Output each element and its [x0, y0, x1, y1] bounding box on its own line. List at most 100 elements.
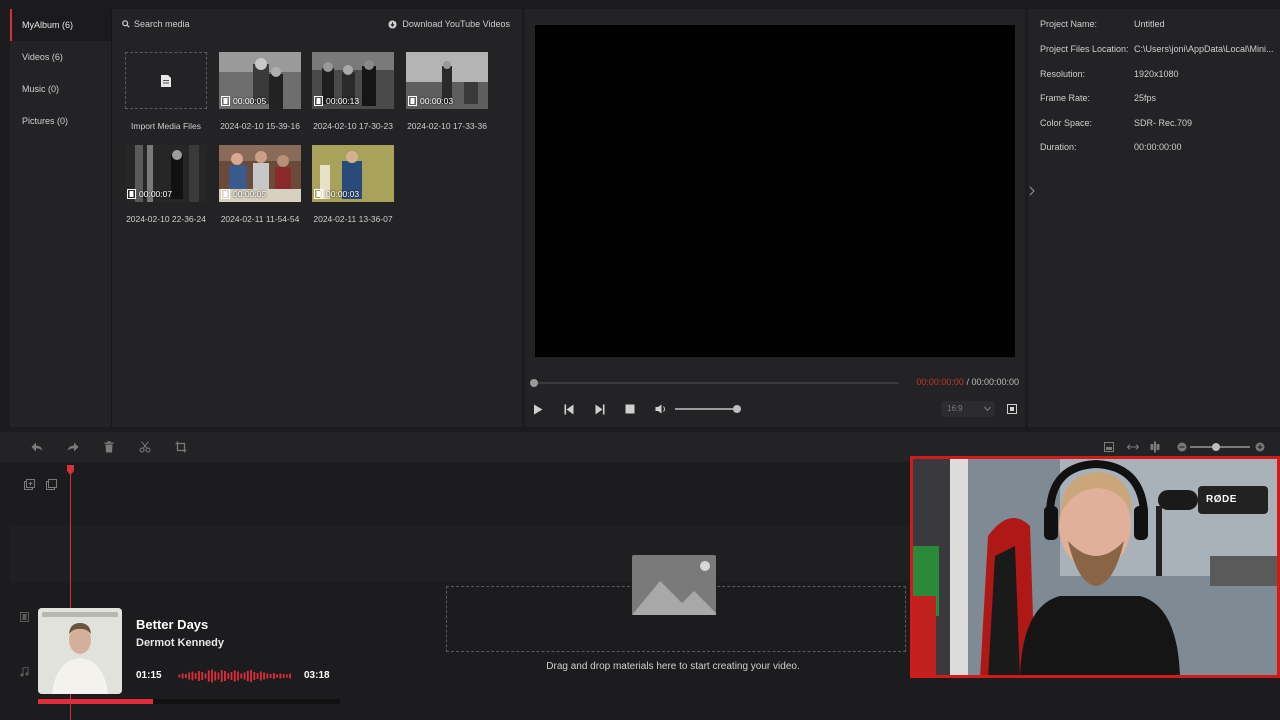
media-clip-tile[interactable]: 00:00:05 2024-02-11 11-54-54	[219, 145, 303, 224]
clip-duration: 00:00:07	[127, 189, 172, 199]
waveform-bar	[207, 670, 210, 682]
clip-name: 2024-02-11 11-54-54	[220, 214, 300, 224]
search-icon	[122, 20, 130, 28]
waveform-bar	[289, 673, 292, 679]
media-clip-tile[interactable]: 00:00:03 2024-02-10 17-33-36	[406, 52, 490, 131]
waveform-bar	[276, 674, 278, 678]
fullscreen-icon	[1007, 404, 1017, 414]
volume-slider-handle[interactable]	[733, 405, 741, 413]
waveform-bar	[237, 671, 239, 681]
media-clip-tile[interactable]: 00:00:07 2024-02-10 22-36-24	[125, 145, 209, 224]
clip-thumbnail[interactable]: 00:00:03	[312, 145, 394, 202]
play-icon	[534, 404, 543, 414]
crop-button[interactable]	[174, 440, 188, 454]
import-media-tile[interactable]: Import Media Files	[125, 52, 209, 131]
clip-duration: 00:00:05	[221, 189, 266, 199]
chevron-right-icon[interactable]	[1029, 184, 1035, 198]
sidebar-item-videos[interactable]: Videos (6)	[10, 41, 111, 73]
clip-duration-text: 00:00:03	[420, 96, 454, 106]
volume-button[interactable]	[654, 402, 668, 416]
waveform-icon	[178, 669, 292, 683]
aspect-ratio-select[interactable]: 16:9	[941, 401, 995, 417]
waveform-bar	[217, 672, 220, 680]
waveform-bar	[259, 671, 262, 681]
delete-button[interactable]	[102, 440, 116, 454]
song-title: Better Days	[136, 617, 209, 632]
redo-button[interactable]	[66, 440, 80, 454]
waveform-bar	[230, 672, 233, 680]
track-settings-button[interactable]	[1102, 440, 1116, 454]
time-readout: 00:00:00:00 / 00:00:00:00	[916, 377, 1019, 387]
song-progress-fill	[38, 699, 153, 704]
skip-back-icon	[564, 404, 574, 414]
info-value: C:\Users\joni\AppData\Local\Mini...	[1134, 44, 1274, 54]
import-media-label: Import Media Files	[131, 121, 201, 131]
scrubber-handle[interactable]	[530, 379, 538, 387]
clip-duration: 00:00:03	[314, 189, 359, 199]
media-clip-tile[interactable]: 00:00:03 2024-02-11 13-36-07	[312, 145, 396, 224]
download-icon	[388, 19, 397, 29]
waveform-bar	[211, 669, 213, 683]
download-youtube-label: Download YouTube Videos	[402, 19, 510, 29]
film-icon	[314, 96, 323, 106]
media-search-bar: Download YouTube Videos	[112, 9, 522, 39]
snap-button[interactable]	[1126, 440, 1140, 454]
clip-thumbnail[interactable]: 00:00:03	[406, 52, 488, 109]
timeline-zoom-slider[interactable]	[1190, 443, 1250, 451]
sidebar-item-music[interactable]: Music (0)	[10, 73, 111, 105]
zoom-out-button[interactable]	[1175, 440, 1189, 454]
total-time: 00:00:00:00	[971, 377, 1019, 387]
skip-forward-icon	[595, 404, 605, 414]
add-track-icon[interactable]	[24, 479, 35, 490]
sidebar-item-pictures[interactable]: Pictures (0)	[10, 105, 111, 137]
volume-slider[interactable]	[675, 405, 741, 413]
play-button[interactable]	[531, 402, 545, 416]
stop-button[interactable]	[623, 402, 637, 416]
media-clip-tile[interactable]: 00:00:13 2024-02-10 17-30-23	[312, 52, 396, 131]
clip-thumbnail[interactable]: 00:00:05	[219, 52, 301, 109]
file-icon	[161, 74, 171, 87]
current-time: 00:00:00:00	[916, 377, 964, 387]
import-media-button[interactable]	[125, 52, 207, 109]
zoom-in-button[interactable]	[1253, 440, 1267, 454]
sidebar-item-myalbum[interactable]: MyAlbum (6)	[10, 9, 111, 41]
previous-frame-button[interactable]	[562, 402, 576, 416]
film-icon	[221, 189, 230, 199]
waveform-bar	[204, 673, 207, 679]
film-icon	[408, 96, 417, 106]
download-youtube-button[interactable]: Download YouTube Videos	[388, 17, 510, 31]
album-art-image	[38, 608, 122, 694]
preview-scrubber[interactable]	[530, 379, 899, 387]
clip-thumbnail[interactable]: 00:00:05	[219, 145, 301, 202]
media-clip-tile[interactable]: 00:00:05 2024-02-10 15-39-16	[219, 52, 303, 131]
scissors-icon	[139, 441, 151, 453]
volume-icon	[655, 404, 665, 414]
waveform-bar	[201, 672, 204, 680]
fit-timeline-button[interactable]	[1148, 440, 1162, 454]
clip-name: 2024-02-10 17-30-23	[313, 121, 393, 131]
search-input[interactable]	[134, 17, 304, 31]
clip-name: 2024-02-10 17-33-36	[407, 121, 487, 131]
info-value: 25fps	[1134, 93, 1157, 103]
split-button[interactable]	[138, 440, 152, 454]
zoom-in-icon	[1255, 442, 1265, 452]
waveform-bar	[266, 673, 269, 679]
waveform-bar	[188, 672, 191, 680]
music-track-icon	[20, 667, 29, 677]
clip-duration: 00:00:13	[314, 96, 359, 106]
info-key: Project Name:	[1040, 19, 1098, 29]
duplicate-track-icon[interactable]	[46, 479, 57, 490]
playhead-handle[interactable]	[67, 465, 74, 475]
fullscreen-button[interactable]	[1005, 402, 1019, 416]
undo-button[interactable]	[30, 440, 44, 454]
clip-thumbnail[interactable]: 00:00:13	[312, 52, 394, 109]
waveform-bar	[220, 670, 223, 682]
next-frame-button[interactable]	[593, 402, 607, 416]
zoom-slider-handle[interactable]	[1212, 443, 1220, 451]
clip-thumbnail[interactable]: 00:00:07	[125, 145, 207, 202]
crop-icon	[175, 441, 187, 453]
waveform-bar	[198, 671, 200, 681]
preview-screen[interactable]	[535, 25, 1015, 357]
trash-icon	[104, 441, 114, 453]
waveform-bar	[191, 671, 194, 681]
